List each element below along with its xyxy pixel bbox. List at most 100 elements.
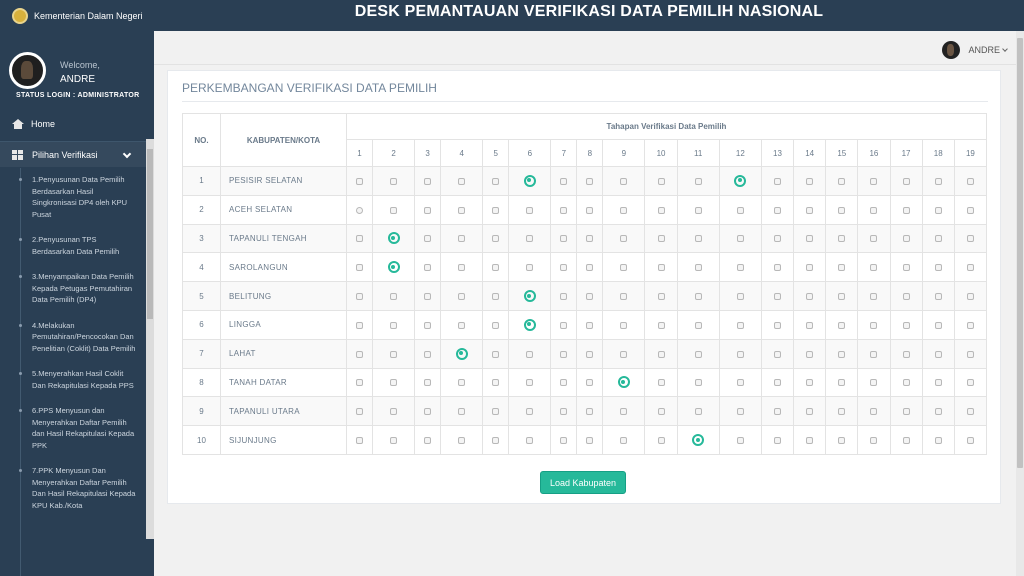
stage-checkbox[interactable]	[560, 292, 568, 300]
stage-checkbox[interactable]	[620, 436, 628, 444]
stage-checkbox[interactable]	[390, 350, 398, 358]
stage-checkbox[interactable]	[694, 321, 702, 329]
stage-checkbox[interactable]	[586, 177, 594, 185]
stage-checkbox[interactable]	[355, 321, 363, 329]
stage-checkbox[interactable]	[902, 292, 910, 300]
stage-checkbox[interactable]	[694, 206, 702, 214]
stage-checkbox[interactable]	[934, 321, 942, 329]
stage-checkbox[interactable]	[355, 350, 363, 358]
stage-checkbox[interactable]	[838, 206, 846, 214]
stage-checkbox[interactable]	[934, 206, 942, 214]
stage-checkbox[interactable]	[694, 292, 702, 300]
stage-checkbox[interactable]	[620, 408, 628, 416]
stage-checkbox[interactable]	[560, 321, 568, 329]
page-scroll-thumb[interactable]	[1017, 38, 1023, 468]
stage-checkbox[interactable]	[492, 206, 500, 214]
submenu-item[interactable]: 2.Penyusunan TPS Berdasarkan Data Pemili…	[0, 228, 146, 265]
stage-checkbox[interactable]	[560, 408, 568, 416]
stage-checkbox[interactable]	[526, 408, 534, 416]
stage-checkbox[interactable]	[934, 235, 942, 243]
stage-checkbox[interactable]	[355, 264, 363, 272]
stage-checkbox[interactable]	[736, 408, 744, 416]
stage-checkbox[interactable]	[586, 264, 594, 272]
stage-checkbox[interactable]	[966, 206, 974, 214]
stage-selected-radio[interactable]	[734, 174, 747, 187]
stage-checkbox[interactable]	[870, 264, 878, 272]
stage-checkbox[interactable]	[657, 206, 665, 214]
stage-checkbox[interactable]	[774, 177, 781, 185]
stage-checkbox[interactable]	[424, 206, 432, 214]
stage-checkbox[interactable]	[586, 292, 594, 300]
stage-checkbox[interactable]	[657, 408, 665, 416]
stage-checkbox[interactable]	[774, 436, 781, 444]
stage-checkbox[interactable]	[657, 350, 665, 358]
stage-checkbox[interactable]	[838, 408, 846, 416]
stage-checkbox[interactable]	[458, 206, 466, 214]
stage-checkbox[interactable]	[806, 350, 814, 358]
stage-checkbox[interactable]	[355, 177, 363, 185]
submenu-item[interactable]: 5.Menyerahkan Hasil Coklit Dan Rekapitul…	[0, 362, 146, 399]
stage-checkbox[interactable]	[870, 292, 878, 300]
stage-selected-radio[interactable]	[387, 232, 400, 245]
submenu-item[interactable]: 6.PPS Menyusun dan Menyerahkan Daftar Pe…	[0, 399, 146, 459]
stage-checkbox[interactable]	[424, 177, 432, 185]
stage-checkbox[interactable]	[966, 379, 974, 387]
stage-selected-radio[interactable]	[692, 434, 705, 447]
user-menu[interactable]: ANDRE	[942, 41, 1008, 59]
stage-checkbox[interactable]	[560, 177, 568, 185]
stage-checkbox[interactable]	[774, 235, 781, 243]
stage-checkbox[interactable]	[355, 292, 363, 300]
stage-checkbox[interactable]	[657, 235, 665, 243]
stage-checkbox[interactable]	[736, 235, 744, 243]
stage-checkbox[interactable]	[492, 235, 500, 243]
stage-checkbox[interactable]	[458, 292, 466, 300]
stage-checkbox[interactable]	[657, 292, 665, 300]
stage-checkbox[interactable]	[966, 177, 974, 185]
stage-checkbox[interactable]	[902, 206, 910, 214]
stage-checkbox[interactable]	[657, 177, 665, 185]
stage-checkbox[interactable]	[902, 235, 910, 243]
stage-checkbox[interactable]	[736, 206, 744, 214]
stage-checkbox[interactable]	[736, 379, 744, 387]
submenu-item[interactable]: 4.Melakukan Pemutahiran/Pencocokan Dan P…	[0, 314, 146, 363]
stage-checkbox[interactable]	[902, 408, 910, 416]
stage-checkbox[interactable]	[560, 436, 568, 444]
stage-checkbox[interactable]	[838, 321, 846, 329]
stage-checkbox[interactable]	[806, 235, 814, 243]
stage-checkbox[interactable]	[934, 350, 942, 358]
stage-checkbox[interactable]	[870, 350, 878, 358]
stage-checkbox[interactable]	[458, 235, 466, 243]
stage-checkbox[interactable]	[838, 264, 846, 272]
stage-checkbox[interactable]	[526, 436, 534, 444]
stage-checkbox[interactable]	[966, 350, 974, 358]
stage-selected-radio[interactable]	[455, 347, 468, 360]
stage-checkbox[interactable]	[492, 177, 500, 185]
stage-checkbox[interactable]	[586, 206, 594, 214]
stage-checkbox[interactable]	[424, 436, 432, 444]
stage-checkbox[interactable]	[458, 408, 466, 416]
stage-checkbox[interactable]	[657, 321, 665, 329]
stage-selected-radio[interactable]	[523, 174, 536, 187]
stage-checkbox[interactable]	[736, 292, 744, 300]
stage-checkbox[interactable]	[774, 350, 781, 358]
stage-selected-radio[interactable]	[523, 290, 536, 303]
stage-checkbox[interactable]	[390, 408, 398, 416]
stage-checkbox[interactable]	[526, 350, 534, 358]
stage-checkbox[interactable]	[355, 235, 363, 243]
stage-checkbox[interactable]	[586, 350, 594, 358]
stage-checkbox[interactable]	[390, 436, 398, 444]
stage-checkbox[interactable]	[424, 235, 432, 243]
stage-checkbox[interactable]	[966, 235, 974, 243]
stage-checkbox[interactable]	[806, 321, 814, 329]
stage-checkbox[interactable]	[806, 177, 814, 185]
stage-checkbox[interactable]	[870, 408, 878, 416]
stage-checkbox[interactable]	[774, 321, 781, 329]
stage-checkbox[interactable]	[934, 436, 942, 444]
stage-checkbox[interactable]	[870, 379, 878, 387]
stage-checkbox[interactable]	[424, 379, 432, 387]
stage-checkbox[interactable]	[355, 206, 363, 214]
stage-checkbox[interactable]	[586, 321, 594, 329]
stage-checkbox[interactable]	[492, 379, 500, 387]
stage-checkbox[interactable]	[424, 350, 432, 358]
brand[interactable]: Kementerian Dalam Negeri	[0, 0, 154, 31]
